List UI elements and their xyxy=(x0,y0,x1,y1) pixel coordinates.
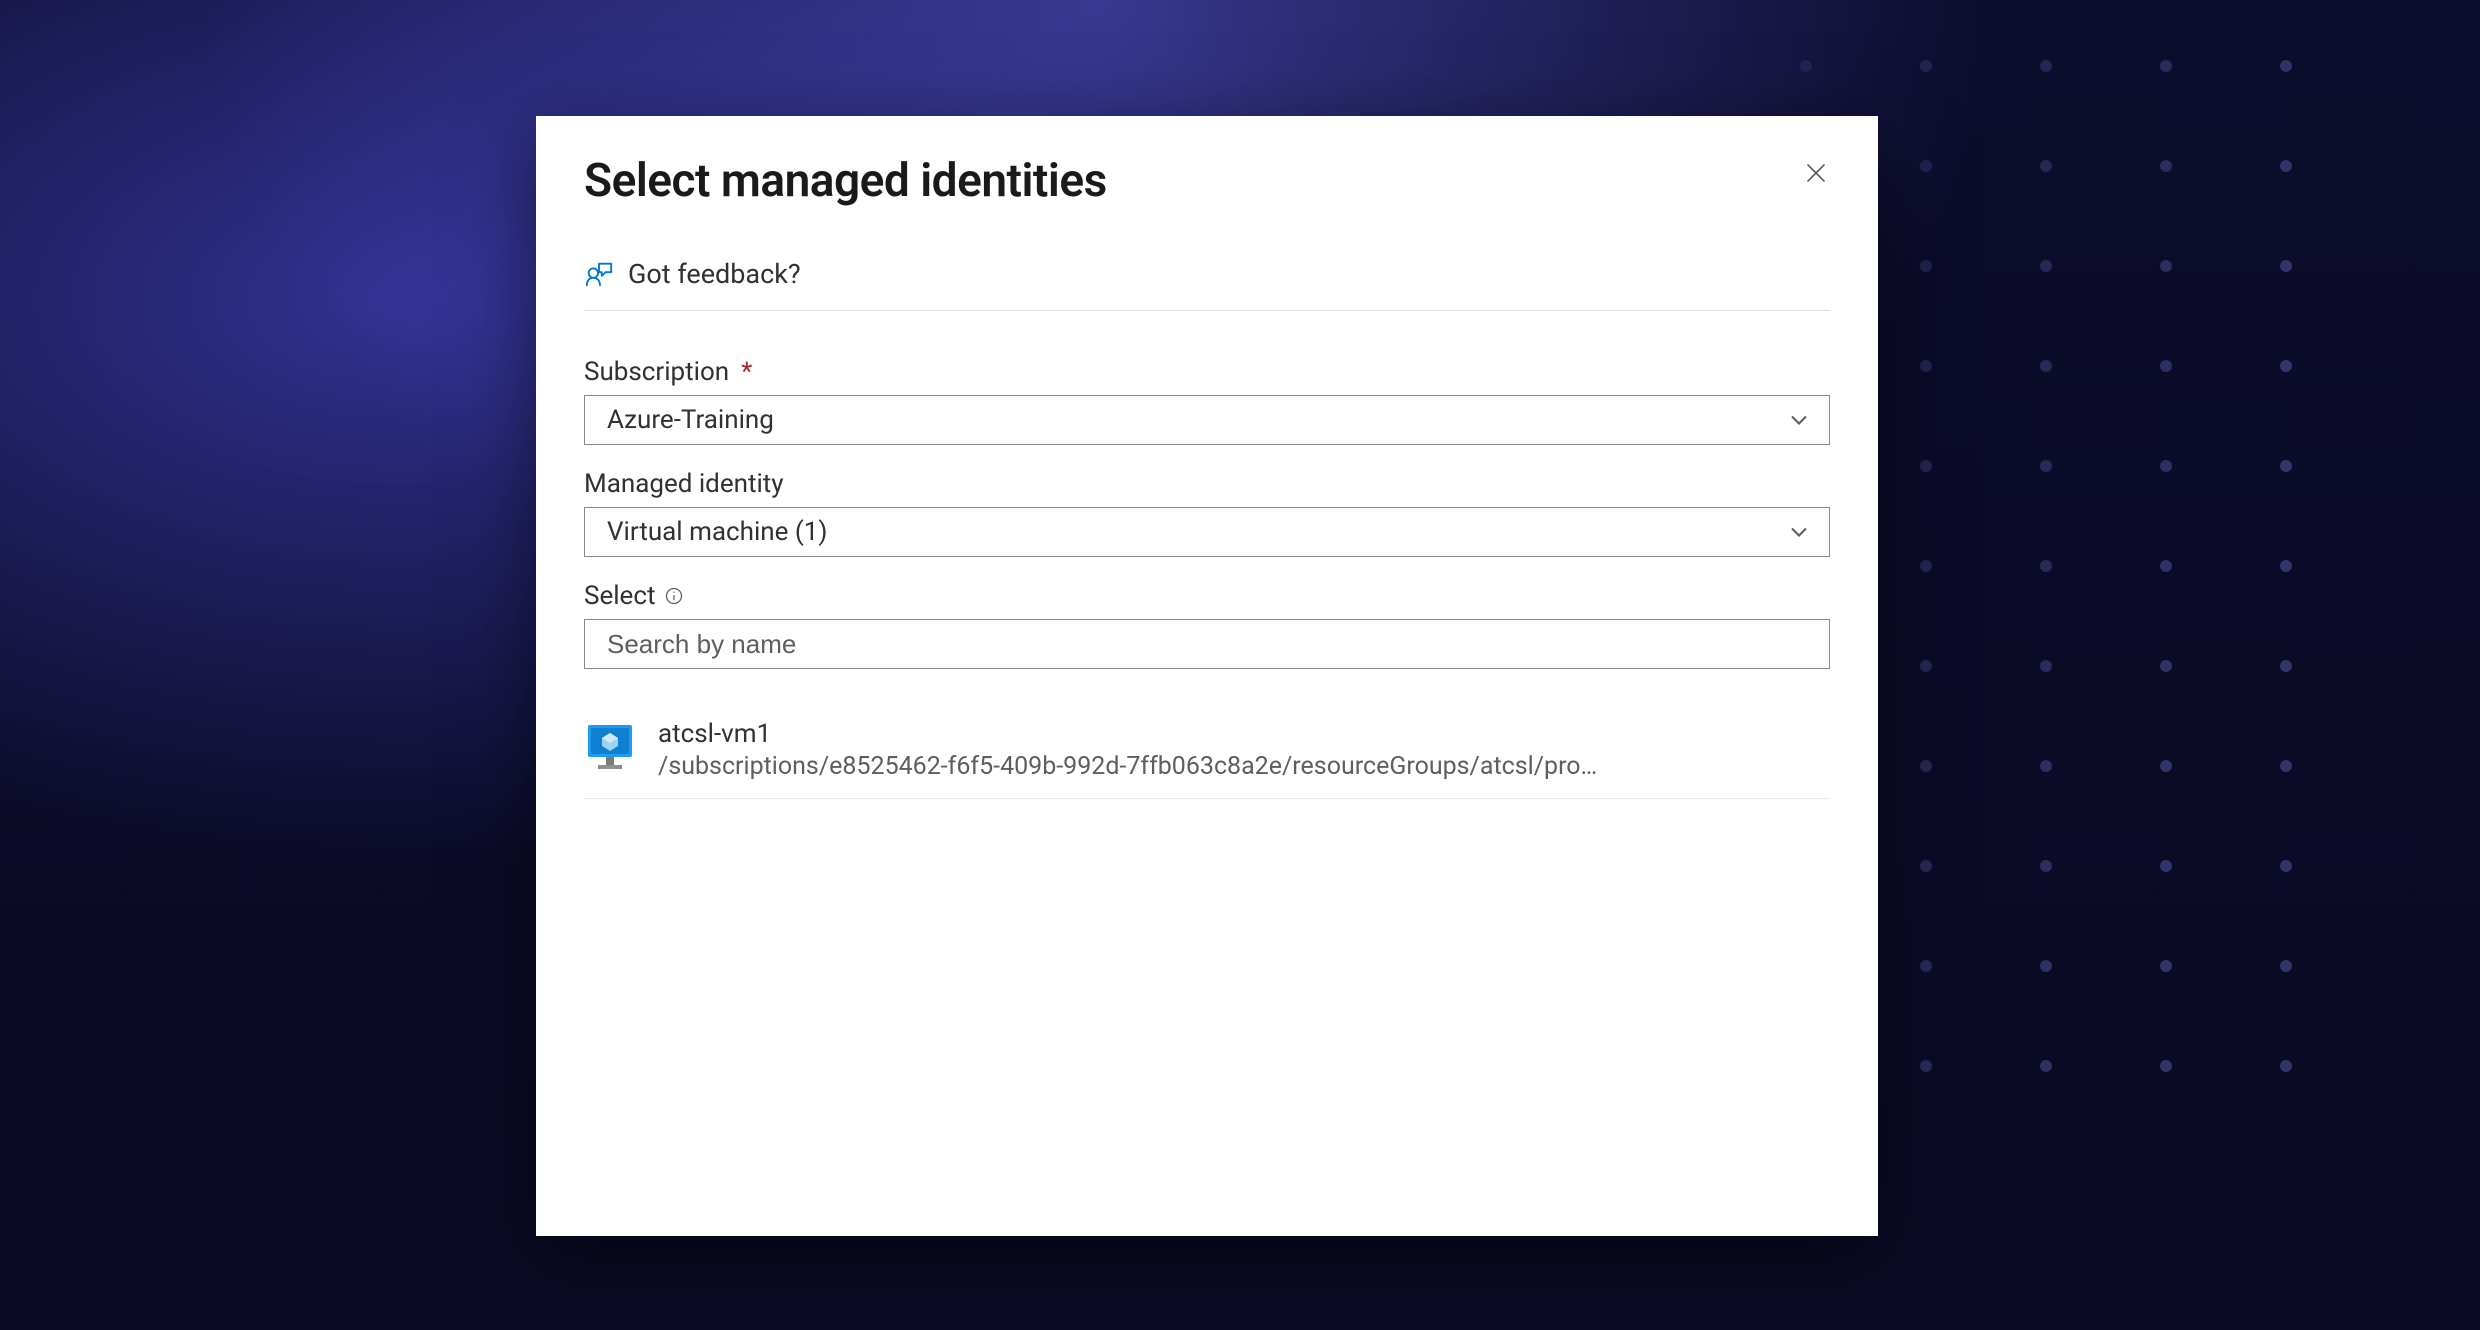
panel-title: Select managed identities xyxy=(584,144,1830,252)
got-feedback-link[interactable]: Got feedback? xyxy=(584,252,1830,311)
chevron-down-icon xyxy=(1785,518,1813,546)
select-search-input-wrapper[interactable] xyxy=(584,619,1830,669)
feedback-label: Got feedback? xyxy=(628,258,801,290)
close-button[interactable] xyxy=(1798,156,1834,192)
select-search-input[interactable] xyxy=(607,620,1785,668)
info-icon[interactable] xyxy=(663,585,685,607)
close-icon xyxy=(1804,161,1828,188)
managed-identity-value: Virtual machine (1) xyxy=(607,517,827,547)
result-text: atcsl-vm1 /subscriptions/e8525462-f6f5-4… xyxy=(658,719,1830,784)
page-background: (function(){ var dg = document.currentSc… xyxy=(0,0,2480,1330)
results-list: atcsl-vm1 /subscriptions/e8525462-f6f5-4… xyxy=(584,711,1830,799)
managed-identity-label: Managed identity xyxy=(584,469,1830,499)
select-label-text: Select xyxy=(584,581,655,611)
select-label-row: Select xyxy=(584,581,1830,611)
result-item[interactable]: atcsl-vm1 /subscriptions/e8525462-f6f5-4… xyxy=(584,711,1830,799)
required-asterisk: * xyxy=(741,357,752,387)
result-name: atcsl-vm1 xyxy=(658,719,1830,750)
select-managed-identities-panel: Select managed identities xyxy=(536,116,1878,1236)
subscription-label-text: Subscription xyxy=(584,357,729,387)
chevron-down-icon xyxy=(1785,406,1813,434)
virtual-machine-icon xyxy=(584,721,636,773)
decorative-dot-grid: (function(){ var dg = document.currentSc… xyxy=(1800,60,2420,1160)
feedback-icon xyxy=(584,259,614,289)
select-search-field: Select xyxy=(584,581,1830,669)
managed-identity-select[interactable]: Virtual machine (1) xyxy=(584,507,1830,557)
result-path: /subscriptions/e8525462-f6f5-409b-992d-7… xyxy=(658,750,1830,784)
subscription-label: Subscription * xyxy=(584,357,1830,387)
subscription-field: Subscription * Azure-Training xyxy=(584,357,1830,445)
managed-identity-field: Managed identity Virtual machine (1) xyxy=(584,469,1830,557)
subscription-value: Azure-Training xyxy=(607,405,774,435)
subscription-select[interactable]: Azure-Training xyxy=(584,395,1830,445)
